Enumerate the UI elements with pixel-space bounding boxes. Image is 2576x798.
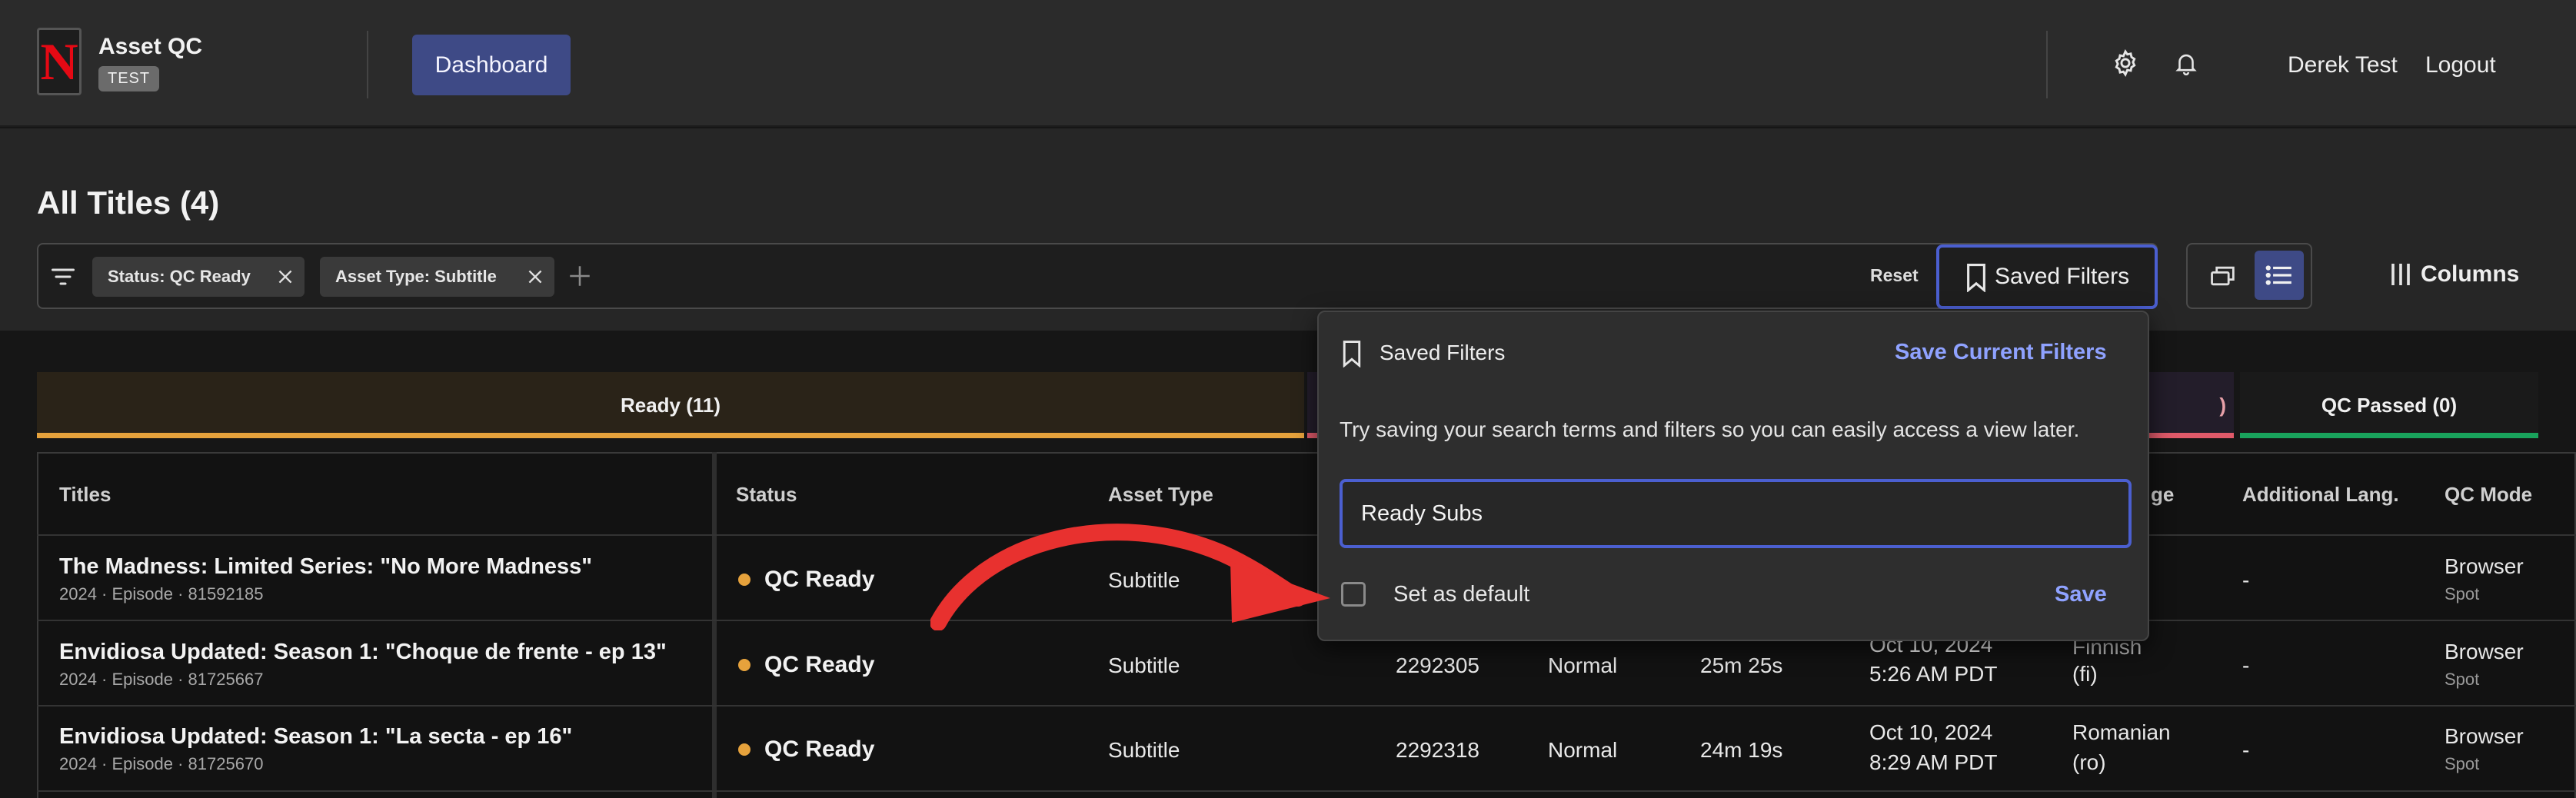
filter-chip-asset-type[interactable]: Asset Type: Subtitle [320, 257, 554, 297]
columns-icon [2391, 264, 2410, 285]
status-tab-qc-passed[interactable]: QC Passed (0) [2240, 372, 2538, 438]
row-divider [37, 705, 2576, 707]
row-date: Oct 10, 2024 [1869, 720, 1993, 744]
filter-icon[interactable] [49, 263, 77, 291]
status-tab-label: ) [2219, 393, 2226, 417]
env-badge: TEST [98, 66, 160, 91]
status-tab-bar [2240, 433, 2538, 438]
status-tab-label: QC Passed (0) [2321, 393, 2458, 417]
row-duration: 24m 19s [1700, 738, 1783, 762]
column-header-additional-lang[interactable]: Additional Lang. [2242, 483, 2399, 507]
bookmark-icon [1965, 263, 1987, 298]
row-language-code: (fi) [2072, 662, 2098, 686]
row-id: 2292318 [1396, 738, 1480, 762]
columns-label: Columns [2421, 261, 2520, 287]
netflix-logo[interactable]: N [37, 28, 82, 95]
annotation-arrow [930, 524, 1330, 630]
card-view-icon[interactable] [2201, 252, 2247, 300]
row-qc-mode-sub: Spot [2445, 584, 2480, 603]
row-status: QC Ready [738, 652, 874, 678]
row-meta: 2024 · Episode · 81725670 [59, 754, 264, 773]
row-asset-type: Subtitle [1108, 738, 1180, 762]
gear-icon[interactable] [2110, 48, 2141, 78]
user-name[interactable]: Derek Test [2288, 52, 2398, 78]
app-title: Asset QC [98, 34, 203, 59]
row-qc-mode: Browser [2445, 724, 2524, 748]
reset-button[interactable]: Reset [1870, 265, 1919, 286]
status-tab-ready[interactable]: Ready (11) [37, 372, 1304, 438]
saved-filters-button[interactable]: Saved Filters [1936, 244, 2158, 309]
row-id: 2292305 [1396, 653, 1480, 677]
status-dot [738, 743, 751, 756]
column-header-asset-type[interactable]: Asset Type [1108, 483, 1213, 507]
column-header-language[interactable]: ge [2151, 483, 2174, 507]
nav-divider [367, 31, 368, 98]
row-status-label: QC Ready [764, 736, 875, 762]
row-time: 8:29 AM PDT [1869, 750, 1998, 774]
row-status-label: QC Ready [764, 567, 875, 592]
close-icon[interactable] [525, 267, 545, 287]
status-dot [738, 659, 751, 671]
list-view-icon[interactable] [2255, 251, 2304, 300]
row-priority: Normal [1548, 653, 1618, 677]
row-title[interactable]: Envidiosa Updated: Season 1: "Choque de … [59, 640, 667, 665]
logo-letter: N [40, 32, 78, 91]
row-additional-lang: - [2242, 653, 2250, 677]
row-additional-lang: - [2242, 738, 2250, 762]
row-meta: 2024 · Episode · 81592185 [59, 584, 264, 603]
columns-button[interactable]: Columns [2390, 261, 2519, 288]
dashboard-button[interactable]: Dashboard [412, 35, 571, 95]
status-dot [738, 574, 751, 586]
filter-name-input[interactable] [1340, 479, 2132, 548]
row-qc-mode: Browser [2445, 640, 2524, 663]
column-header-status[interactable]: Status [736, 483, 797, 507]
filter-chip-label: Asset Type: Subtitle [335, 267, 497, 286]
row-qc-mode-sub: Spot [2445, 754, 2480, 773]
logout-link[interactable]: Logout [2425, 52, 2496, 78]
add-filter-icon[interactable] [567, 263, 593, 289]
save-current-filters-button[interactable]: Save Current Filters [1895, 340, 2107, 365]
save-button[interactable]: Save [2055, 582, 2107, 607]
column-header-qc-mode[interactable]: QC Mode [2445, 483, 2532, 507]
status-tab-label: Ready (11) [620, 393, 721, 417]
row-duration: 25m 25s [1700, 653, 1783, 677]
saved-filters-label: Saved Filters [1995, 264, 2130, 289]
bookmark-icon [1342, 340, 1362, 371]
row-additional-lang: - [2242, 568, 2250, 592]
column-header-titles[interactable]: Titles [59, 483, 111, 507]
row-qc-mode: Browser [2445, 554, 2524, 578]
filter-chip-status[interactable]: Status: QC Ready [92, 257, 305, 297]
column-separator [712, 452, 717, 798]
popover-title: Saved Filters [1380, 341, 1506, 364]
page-title: All Titles (4) [37, 185, 220, 221]
row-qc-mode-sub: Spot [2445, 670, 2480, 689]
popover-hint: Try saving your search terms and filters… [1340, 417, 2080, 441]
row-asset-type: Subtitle [1108, 653, 1180, 677]
nav-divider-right [2046, 31, 2048, 98]
row-priority: Normal [1548, 738, 1618, 762]
filter-chip-label: Status: QC Ready [108, 267, 251, 286]
close-icon[interactable] [275, 267, 295, 287]
row-language-code: (ro) [2072, 750, 2106, 774]
row-status: QC Ready [738, 736, 874, 763]
status-tab-bar [37, 433, 1304, 438]
row-status: QC Ready [738, 567, 874, 593]
row-language: Romanian [2072, 720, 2171, 744]
bell-icon[interactable] [2171, 48, 2202, 78]
row-meta: 2024 · Episode · 81725667 [59, 670, 264, 689]
row-title[interactable]: Envidiosa Updated: Season 1: "La secta -… [59, 724, 572, 750]
row-time: 5:26 AM PDT [1869, 662, 1998, 686]
row-title[interactable]: The Madness: Limited Series: "No More Ma… [59, 554, 592, 580]
row-status-label: QC Ready [764, 652, 875, 677]
row-divider [37, 790, 2576, 792]
set-default-label[interactable]: Set as default [1393, 582, 1529, 607]
